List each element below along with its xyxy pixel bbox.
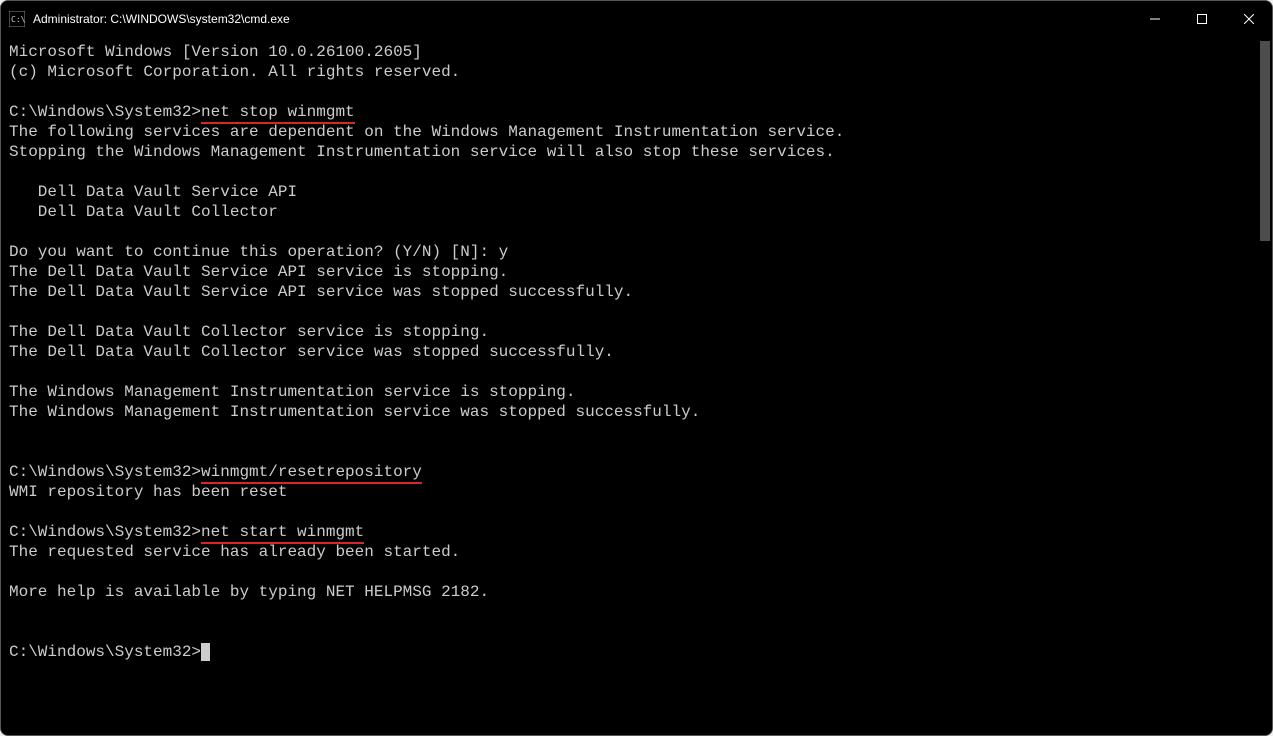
prompt: C:\Windows\System32>: [9, 523, 201, 541]
blank-line: [9, 502, 1250, 522]
terminal-body: Microsoft Windows [Version 10.0.26100.26…: [1, 36, 1272, 735]
blank-line: [9, 362, 1250, 382]
output-line: WMI repository has been reset: [9, 482, 1250, 502]
output-line: More help is available by typing NET HEL…: [9, 582, 1250, 602]
output-line: The Dell Data Vault Service API service …: [9, 262, 1250, 282]
prompt: C:\Windows\System32>: [9, 103, 201, 121]
svg-text:C:\: C:\: [11, 15, 25, 24]
titlebar[interactable]: C:\ Administrator: C:\WINDOWS\system32\c…: [1, 1, 1272, 36]
output-line: The Windows Management Instrumentation s…: [9, 402, 1250, 422]
blank-line: [9, 562, 1250, 582]
minimize-button[interactable]: [1131, 1, 1178, 36]
output-line: Stopping the Windows Management Instrume…: [9, 142, 1250, 162]
blank-line: [9, 442, 1250, 462]
close-button[interactable]: [1225, 1, 1272, 36]
blank-line: [9, 602, 1250, 622]
cmd-icon: C:\: [9, 11, 25, 27]
blank-line: [9, 622, 1250, 642]
scrollbar[interactable]: [1258, 36, 1272, 735]
output-line: Dell Data Vault Service API: [9, 182, 1250, 202]
output-line: The Dell Data Vault Service API service …: [9, 282, 1250, 302]
output-line: The following services are dependent on …: [9, 122, 1250, 142]
blank-line: [9, 302, 1250, 322]
scrollbar-thumb[interactable]: [1260, 41, 1270, 241]
maximize-button[interactable]: [1178, 1, 1225, 36]
prompt: C:\Windows\System32>: [9, 463, 201, 481]
blank-line: [9, 82, 1250, 102]
output-line: (c) Microsoft Corporation. All rights re…: [9, 62, 1250, 82]
cmd-window: C:\ Administrator: C:\WINDOWS\system32\c…: [0, 0, 1273, 736]
output-line: Do you want to continue this operation? …: [9, 242, 1250, 262]
blank-line: [9, 162, 1250, 182]
titlebar-controls: [1131, 1, 1272, 36]
prompt-line: C:\Windows\System32>winmgmt/resetreposit…: [9, 462, 1250, 482]
cursor: [201, 643, 210, 661]
window-title: Administrator: C:\WINDOWS\system32\cmd.e…: [33, 12, 1131, 26]
command-text: net stop winmgmt: [201, 103, 355, 124]
command-text: winmgmt/resetrepository: [201, 463, 422, 484]
blank-line: [9, 222, 1250, 242]
prompt-line: C:\Windows\System32>net stop winmgmt: [9, 102, 1250, 122]
output-line: The Dell Data Vault Collector service wa…: [9, 342, 1250, 362]
prompt-line: C:\Windows\System32>: [9, 642, 1250, 662]
output-line: The Windows Management Instrumentation s…: [9, 382, 1250, 402]
output-line: Dell Data Vault Collector: [9, 202, 1250, 222]
output-line: The Dell Data Vault Collector service is…: [9, 322, 1250, 342]
prompt-line: C:\Windows\System32>net start winmgmt: [9, 522, 1250, 542]
output-line: Microsoft Windows [Version 10.0.26100.26…: [9, 42, 1250, 62]
command-text: net start winmgmt: [201, 523, 364, 544]
blank-line: [9, 422, 1250, 442]
terminal-content[interactable]: Microsoft Windows [Version 10.0.26100.26…: [1, 36, 1258, 735]
output-line: The requested service has already been s…: [9, 542, 1250, 562]
prompt: C:\Windows\System32>: [9, 643, 201, 661]
